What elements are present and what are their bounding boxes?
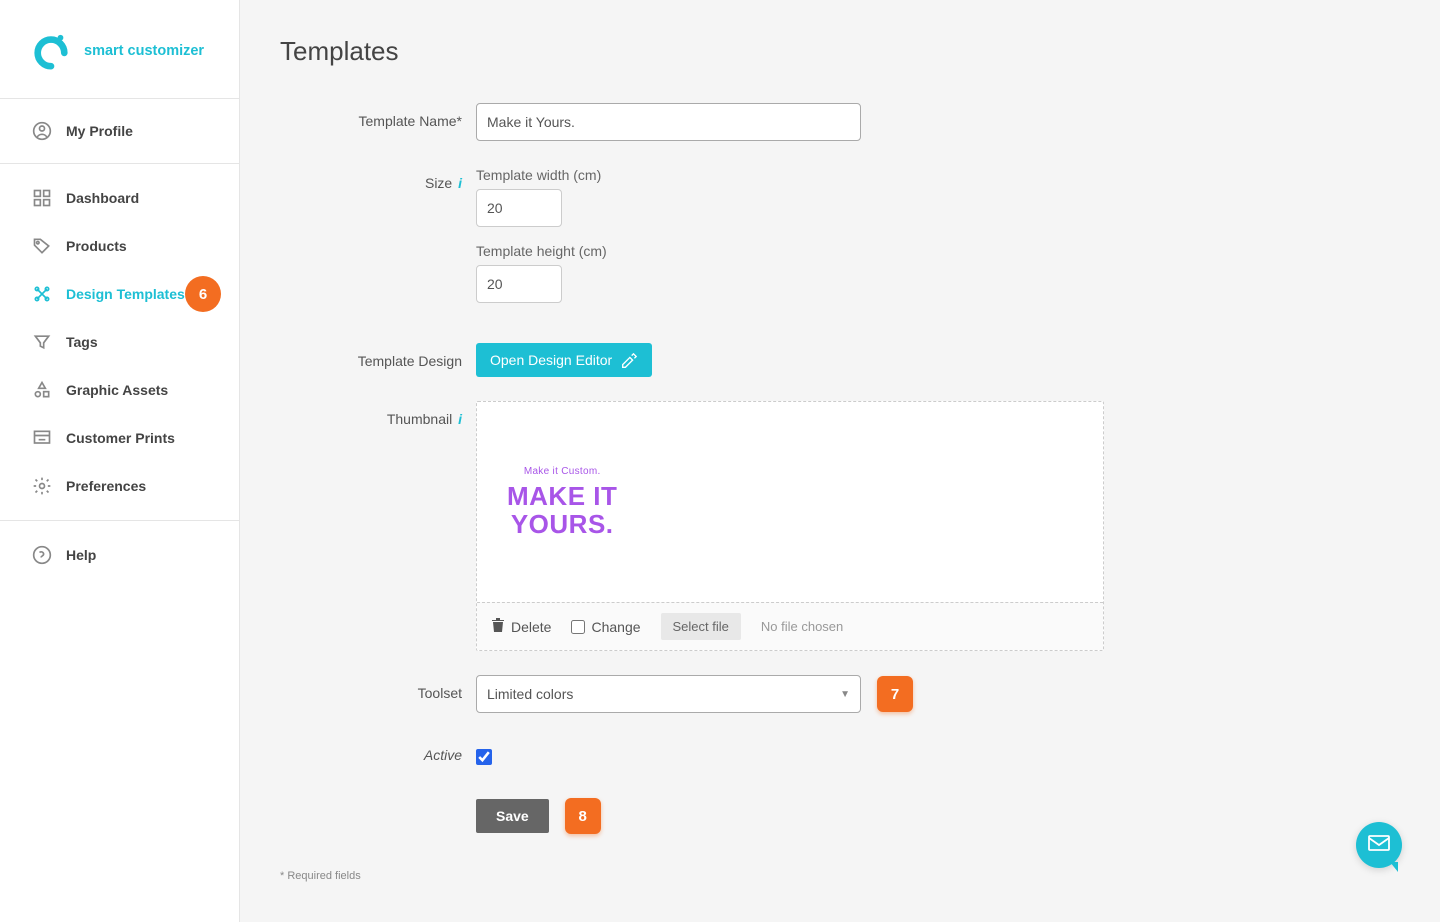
chevron-down-icon: ▼ <box>840 689 850 700</box>
gear-icon <box>32 476 52 496</box>
prints-icon <box>32 428 52 448</box>
sidebar-item-tags[interactable]: Tags <box>0 318 239 366</box>
main-content: Templates Template Name* Size i Template… <box>240 0 1440 922</box>
sidebar-label: Graphic Assets <box>66 382 168 398</box>
thumbnail-actions: Delete Change Select file No file chosen <box>477 602 1103 650</box>
required-note: * Required fields <box>280 870 1396 882</box>
marker-7: 7 <box>877 676 913 712</box>
tag-icon <box>32 236 52 256</box>
trash-icon <box>491 617 505 636</box>
height-input[interactable] <box>476 265 562 303</box>
info-icon[interactable]: i <box>458 411 462 427</box>
marker-8: 8 <box>565 798 601 834</box>
sidebar-item-design-templates[interactable]: Design Templates 6 <box>0 270 239 318</box>
mail-icon <box>1367 833 1391 858</box>
dashboard-icon <box>32 188 52 208</box>
filter-icon <box>32 332 52 352</box>
select-file-button[interactable]: Select file <box>661 613 741 640</box>
sidebar: smart customizer My Profile Dashboard <box>0 0 240 922</box>
sidebar-label: Help <box>66 547 96 563</box>
toolset-select[interactable]: Limited colors ▼ <box>476 675 861 713</box>
label-height: Template height (cm) <box>476 243 1396 259</box>
sidebar-item-products[interactable]: Products <box>0 222 239 270</box>
design-icon <box>32 284 52 304</box>
sidebar-item-customer-prints[interactable]: Customer Prints <box>0 414 239 462</box>
delete-thumbnail-button[interactable]: Delete <box>491 617 551 636</box>
sidebar-label: Tags <box>66 334 98 350</box>
thumbnail-preview: Make it Custom. MAKE ITYOURS. <box>477 402 1103 602</box>
sidebar-label: Products <box>66 238 127 254</box>
active-checkbox[interactable] <box>476 749 492 765</box>
open-design-editor-button[interactable]: Open Design Editor <box>476 343 652 377</box>
sidebar-item-preferences[interactable]: Preferences <box>0 462 239 510</box>
logo-icon <box>32 32 70 70</box>
user-icon <box>32 121 52 141</box>
label-thumbnail: Thumbnail i <box>280 401 476 651</box>
badge-marker: 6 <box>185 276 221 312</box>
sidebar-label: My Profile <box>66 123 133 139</box>
template-name-input[interactable] <box>476 103 861 141</box>
sidebar-item-graphic-assets[interactable]: Graphic Assets <box>0 366 239 414</box>
logo[interactable]: smart customizer <box>0 0 239 99</box>
sidebar-label: Dashboard <box>66 190 139 206</box>
shapes-icon <box>32 380 52 400</box>
label-size: Size i <box>280 165 476 319</box>
sidebar-label: Customer Prints <box>66 430 175 446</box>
sidebar-label: Design Templates <box>66 286 185 302</box>
sidebar-item-dashboard[interactable]: Dashboard <box>0 174 239 222</box>
save-button[interactable]: Save <box>476 799 549 833</box>
sidebar-label: Preferences <box>66 478 146 494</box>
sidebar-item-help[interactable]: Help <box>0 531 239 579</box>
no-file-text: No file chosen <box>761 619 843 634</box>
label-width: Template width (cm) <box>476 167 1396 183</box>
label-toolset: Toolset <box>280 675 476 713</box>
label-template-name: Template Name* <box>280 103 476 141</box>
help-icon <box>32 545 52 565</box>
sidebar-item-profile[interactable]: My Profile <box>0 99 239 163</box>
preview-big-text: MAKE ITYOURS. <box>507 483 617 538</box>
info-icon[interactable]: i <box>458 175 462 191</box>
edit-icon <box>620 352 638 368</box>
page-title: Templates <box>280 36 1396 67</box>
preview-small-text: Make it Custom. <box>507 466 617 477</box>
change-thumbnail-checkbox[interactable]: Change <box>571 619 640 635</box>
brand-text: smart customizer <box>84 43 204 59</box>
thumbnail-box: Make it Custom. MAKE ITYOURS. Delete <box>476 401 1104 651</box>
width-input[interactable] <box>476 189 562 227</box>
chat-fab[interactable] <box>1356 822 1402 868</box>
label-active: Active <box>280 737 476 770</box>
label-template-design: Template Design <box>280 343 476 377</box>
